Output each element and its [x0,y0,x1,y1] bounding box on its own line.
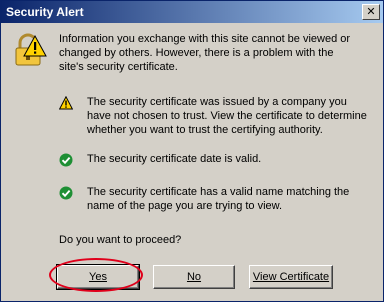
view-certificate-button[interactable]: View Certificate [249,265,333,289]
warning-icon [59,96,73,110]
title-bar[interactable]: Security Alert ✕ [1,1,383,23]
intro-text: Information you exchange with this site … [59,33,351,73]
check-icon [59,153,73,167]
no-button-label: No [186,271,202,283]
name-valid-text: The security certificate has a valid nam… [87,186,350,212]
date-valid-text: The security certificate date is valid. [87,153,262,165]
yes-button[interactable]: Yes [56,264,140,290]
close-icon: ✕ [366,6,376,18]
proceed-question: Do you want to proceed? [59,234,182,246]
security-alert-dialog: Security Alert ✕ Information you exchang… [0,0,384,302]
yes-button-label: Yes [89,271,107,283]
check-icon [59,186,73,200]
warning-text: The security certificate was issued by a… [87,96,367,136]
lock-warning-icon [15,33,47,66]
close-button[interactable]: ✕ [362,4,380,20]
no-button[interactable]: No [153,265,235,289]
view-certificate-label: View Certificate [252,271,330,283]
dialog-title: Security Alert [6,5,84,19]
